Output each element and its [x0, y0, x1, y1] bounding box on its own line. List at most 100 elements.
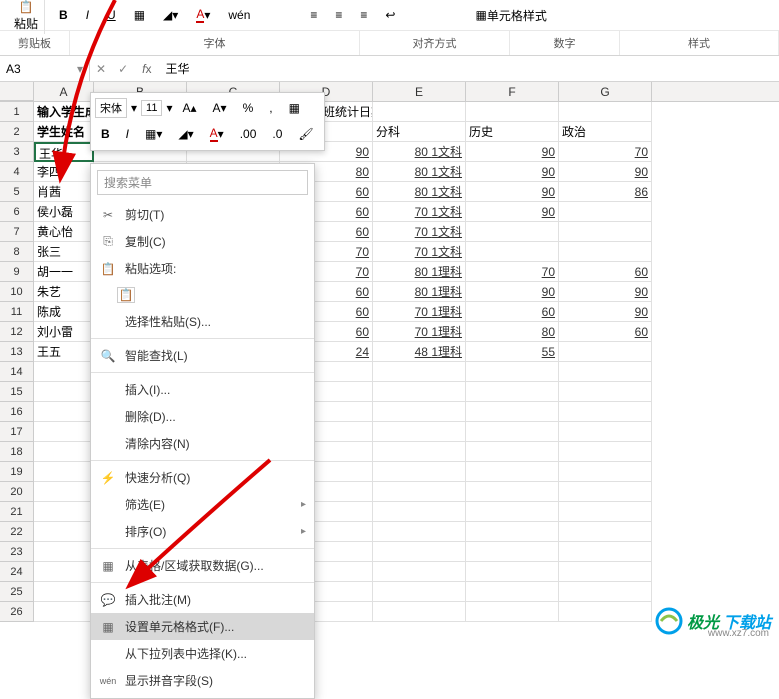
ctx-insert-comment[interactable]: 💬插入批注(M) [91, 586, 314, 613]
col-header-f[interactable]: F [466, 82, 559, 101]
col-header-e[interactable]: E [373, 82, 466, 101]
paste-button[interactable]: 📋 粘贴 [8, 0, 45, 34]
cell[interactable]: 70 1理科 [373, 322, 466, 342]
cell[interactable] [466, 482, 559, 502]
cell[interactable]: 90 [466, 142, 559, 162]
mini-dec-inc[interactable]: .00 [234, 123, 263, 145]
cell[interactable] [34, 382, 94, 402]
cell[interactable]: 60 [466, 302, 559, 322]
formula-input[interactable]: 王华 [159, 60, 779, 77]
cell[interactable]: 70 [559, 142, 652, 162]
cell[interactable] [559, 102, 652, 122]
cell[interactable] [559, 402, 652, 422]
cell[interactable] [373, 102, 466, 122]
ctx-format-cells[interactable]: ▦设置单元格格式(F)... [91, 613, 314, 640]
cell[interactable] [373, 562, 466, 582]
ctx-get-data[interactable]: ▦从表格/区域获取数据(G)... [91, 552, 314, 579]
cell[interactable] [559, 242, 652, 262]
cell[interactable] [34, 442, 94, 462]
ctx-quick-analysis[interactable]: ⚡快速分析(Q) [91, 464, 314, 491]
cell[interactable]: 王华 [34, 142, 94, 162]
cell[interactable] [466, 522, 559, 542]
cell[interactable] [559, 602, 652, 622]
font-color-button[interactable]: A▾ [190, 3, 216, 27]
cancel-button[interactable]: ✕ [90, 58, 112, 80]
ctx-paste-special[interactable]: 选择性粘贴(S)... [91, 308, 314, 335]
cell[interactable] [34, 542, 94, 562]
cell[interactable] [34, 502, 94, 522]
cell[interactable]: 80 [466, 322, 559, 342]
row-header[interactable]: 3 [0, 142, 34, 162]
row-header[interactable]: 15 [0, 382, 34, 402]
cell[interactable] [559, 382, 652, 402]
row-header[interactable]: 9 [0, 262, 34, 282]
row-header[interactable]: 17 [0, 422, 34, 442]
row-header[interactable]: 12 [0, 322, 34, 342]
cell[interactable]: 分科 [373, 122, 466, 142]
cell[interactable] [373, 462, 466, 482]
mini-italic[interactable]: I [120, 123, 135, 145]
ctx-sort[interactable]: 排序(O)▸ [91, 518, 314, 545]
cell[interactable] [373, 382, 466, 402]
underline-button[interactable]: U [101, 4, 122, 26]
align-bottom-button[interactable]: ≡ [354, 4, 373, 26]
mini-fontcolor[interactable]: A▾ [204, 122, 230, 146]
cell[interactable]: 肖茜 [34, 182, 94, 202]
row-header[interactable]: 11 [0, 302, 34, 322]
border-button[interactable]: ▦ [128, 4, 151, 26]
cell[interactable]: 学生姓名 [34, 122, 94, 142]
enter-button[interactable]: ✓ [112, 58, 134, 80]
cell[interactable] [373, 502, 466, 522]
cell[interactable]: 80 1文科 [373, 142, 466, 162]
cell[interactable] [466, 402, 559, 422]
cell[interactable]: 李四 [34, 162, 94, 182]
row-header[interactable]: 6 [0, 202, 34, 222]
cell[interactable]: 70 1理科 [373, 302, 466, 322]
ctx-filter[interactable]: 筛选(E)▸ [91, 491, 314, 518]
ctx-dropdown-list[interactable]: 从下拉列表中选择(K)... [91, 640, 314, 667]
fill-color-button[interactable]: ◢▾ [157, 4, 184, 26]
mini-font-select[interactable]: 宋体 [95, 98, 127, 118]
align-top-button[interactable]: ≡ [304, 4, 323, 26]
cell[interactable] [34, 602, 94, 622]
cell[interactable]: 55 [466, 342, 559, 362]
pinyin-button[interactable]: wén [222, 4, 256, 26]
cell[interactable] [466, 362, 559, 382]
cell[interactable]: 86 [559, 182, 652, 202]
ctx-cut[interactable]: ✂剪切(T) [91, 201, 314, 228]
ctx-search-input[interactable]: 搜索菜单 [97, 170, 308, 195]
row-header[interactable]: 19 [0, 462, 34, 482]
row-header[interactable]: 8 [0, 242, 34, 262]
row-header[interactable]: 1 [0, 102, 34, 122]
cell[interactable]: 90 [559, 302, 652, 322]
ctx-delete[interactable]: 删除(D)... [91, 403, 314, 430]
mini-shrink-font[interactable]: A▾ [207, 97, 233, 119]
cell[interactable] [34, 522, 94, 542]
cell[interactable] [466, 222, 559, 242]
select-all-corner[interactable] [0, 82, 34, 101]
cell[interactable]: 90 [466, 282, 559, 302]
ctx-paste-icon-item[interactable]: 📋 [91, 282, 314, 308]
mini-bold[interactable]: B [95, 123, 116, 145]
cell[interactable]: 48 1理科 [373, 342, 466, 362]
mini-size-select[interactable]: 11 [141, 100, 162, 116]
cell[interactable] [373, 402, 466, 422]
cell[interactable] [373, 542, 466, 562]
italic-button[interactable]: I [80, 4, 95, 26]
cell[interactable] [466, 502, 559, 522]
cell[interactable] [559, 222, 652, 242]
cell[interactable] [466, 442, 559, 462]
cell[interactable]: 70 1文科 [373, 242, 466, 262]
cell[interactable] [559, 482, 652, 502]
cell[interactable]: 历史 [466, 122, 559, 142]
cell[interactable] [466, 422, 559, 442]
cell[interactable] [559, 362, 652, 382]
cell[interactable] [34, 402, 94, 422]
cell[interactable] [34, 462, 94, 482]
align-middle-button[interactable]: ≡ [329, 4, 348, 26]
cell[interactable] [466, 462, 559, 482]
row-header[interactable]: 23 [0, 542, 34, 562]
cell[interactable] [34, 482, 94, 502]
row-header[interactable]: 18 [0, 442, 34, 462]
cell[interactable] [34, 562, 94, 582]
